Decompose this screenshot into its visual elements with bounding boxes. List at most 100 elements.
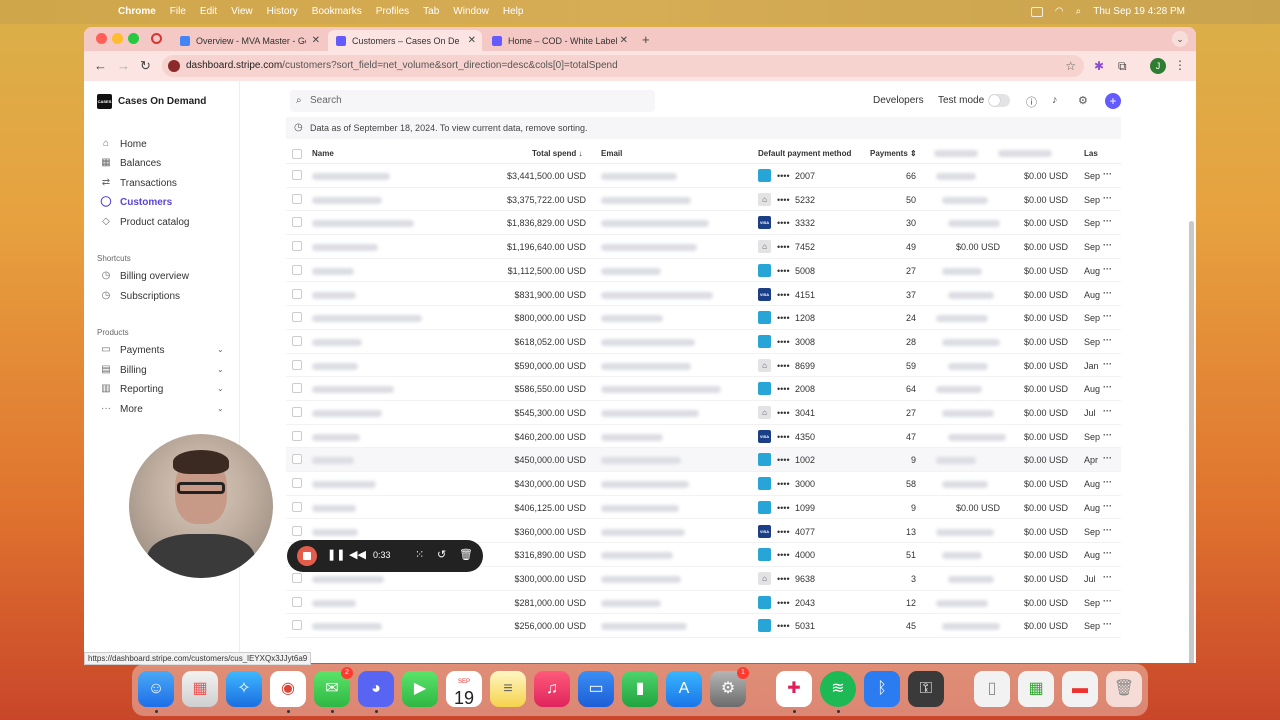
customer-name-redacted[interactable] [312,244,378,252]
sidebar-item-more[interactable]: ··· More [100,401,143,417]
facetime-icon[interactable]: ▶ [402,671,438,707]
sidebar-item-billing[interactable]: ▤ Billing [100,362,146,378]
row-more-options-icon[interactable]: ··· [1103,264,1112,274]
bookmark-star-icon[interactable]: ☆ [1065,55,1076,77]
slack-icon[interactable]: ✚ [776,671,812,707]
table-row[interactable]: $618,052.00 USD •••• 3008 28 $0.00 USD Sep ··· [286,330,1121,354]
forward-arrow-icon[interactable]: → [117,58,130,73]
menu-app-name[interactable]: Chrome [118,6,156,17]
sidebar-item-billing-overview[interactable]: ◷ Billing overview [100,268,189,284]
chevron-down-icon[interactable]: ⌄ [217,345,224,354]
menu-help[interactable]: Help [503,6,524,17]
profile-avatar[interactable]: J [1150,58,1166,74]
row-more-options-icon[interactable]: ··· [1103,430,1112,440]
table-row[interactable]: $1,836,829.00 USD VISA •••• 3332 30 $0.00 USD… [286,211,1121,236]
minimize-window-icon[interactable] [112,33,123,44]
settings-gear-icon[interactable]: ⚙ [1078,94,1088,107]
table-row[interactable]: $831,900.00 USD VISA •••• 4151 37 $0.00 USD Au… [286,283,1121,307]
row-checkbox[interactable] [292,596,302,607]
customer-name-redacted[interactable] [312,173,390,180]
sidebar-item-transactions[interactable]: ⇄ Transactions [100,175,177,191]
menubar-clock[interactable]: Thu Sep 19 4:28 PM [1093,6,1185,17]
row-checkbox[interactable] [292,288,302,299]
spreadsheet-file-icon[interactable]: ▦ [1018,671,1054,707]
account-switcher[interactable]: CASES Cases On Demand [97,94,206,109]
row-checkbox[interactable] [292,170,302,180]
menu-tab[interactable]: Tab [423,6,439,17]
row-checkbox[interactable] [292,572,302,583]
customer-name-redacted[interactable] [312,267,354,275]
spotlight-icon[interactable]: ⌕ [1076,6,1082,17]
menu-file[interactable]: File [170,6,186,17]
tab-home-cod[interactable]: Home – COD - White Label - ✕ [484,30,634,51]
sidebar-item-home[interactable]: ⌂ Home [100,136,147,152]
developers-link[interactable]: Developers [873,95,924,106]
bluetooth-icon[interactable]: ᛒ [864,671,900,707]
row-more-options-icon[interactable]: ··· [1103,525,1112,535]
spotify-icon[interactable]: ≋ [820,671,856,707]
customer-name-redacted[interactable] [312,504,356,512]
row-checkbox[interactable] [292,478,302,489]
row-more-options-icon[interactable]: ··· [1103,335,1112,345]
discord-icon[interactable]: ◕ [358,671,394,707]
pause-icon[interactable]: ❚❚ [327,548,345,561]
customer-name-redacted[interactable] [312,599,356,607]
menu-view[interactable]: View [231,6,253,17]
menu-bookmarks[interactable]: Bookmarks [312,6,362,17]
reload-icon[interactable]: ↻ [140,58,151,74]
create-plus-button[interactable]: + [1105,93,1121,109]
row-more-options-icon[interactable]: ··· [1103,216,1112,226]
row-checkbox[interactable] [292,383,302,394]
maximize-window-icon[interactable] [128,33,139,44]
customer-name-redacted[interactable] [312,196,382,204]
row-checkbox[interactable] [292,217,302,228]
row-more-options-icon[interactable]: ··· [1103,240,1112,250]
customer-name-redacted[interactable] [312,575,384,583]
customer-name-redacted[interactable] [312,291,356,299]
menu-history[interactable]: History [267,6,298,17]
tab-customers[interactable]: Customers – Cases On De ✕ [328,30,482,51]
customer-name-redacted[interactable] [312,338,362,346]
sidebar-item-customers[interactable]: ◯ Customers [100,194,172,210]
tab-mva-master[interactable]: Overview - MVA Master - Go ✕ [172,30,326,51]
row-more-options-icon[interactable]: ··· [1103,596,1112,606]
table-row[interactable]: $590,000.00 USD ⌂ •••• 8699 59 $0.00 USD Jan ··… [286,354,1121,378]
safari-icon[interactable]: ✧ [226,671,262,707]
row-more-options-icon[interactable]: ··· [1103,453,1112,463]
trash-bin-icon[interactable]: 🗑 [1106,671,1142,707]
tab-close-icon[interactable]: ✕ [620,35,628,46]
restart-icon[interactable]: ↺ [437,548,446,561]
tab-search-chevron-icon[interactable]: ⌄ [1172,31,1188,47]
launchpad-icon[interactable]: ▦ [182,671,218,707]
row-more-options-icon[interactable]: ··· [1103,477,1112,487]
customer-name-redacted[interactable] [312,386,394,394]
notes-icon[interactable]: ≡ [490,671,526,707]
back-arrow-icon[interactable]: ← [94,58,107,73]
row-checkbox[interactable] [292,525,302,536]
stop-recording-button[interactable] [297,546,317,566]
row-more-options-icon[interactable]: ··· [1103,311,1112,321]
table-row[interactable]: $430,000.00 USD •••• 3000 58 $0.00 USD Aug ··· [286,472,1121,496]
table-row[interactable]: $800,000.00 USD •••• 1208 24 $0.00 USD Sep ··· [286,306,1121,330]
customer-name-redacted[interactable] [312,220,414,228]
tab-close-icon[interactable]: ✕ [468,35,476,46]
table-row[interactable]: $1,112,500.00 USD •••• 5008 27 $0.00 USD Aug ·… [286,259,1121,283]
customer-name-redacted[interactable] [312,481,376,489]
menu-window[interactable]: Window [453,6,489,17]
app-store-icon[interactable]: A [666,671,702,707]
table-row[interactable]: $256,000.00 USD •••• 5031 45 $0.00 USD Sep ··· [286,614,1121,638]
sidebar-item-subscriptions[interactable]: ◷ Subscriptions [100,288,180,304]
column-header-disputes-redacted[interactable] [998,150,1052,157]
customer-name-redacted[interactable] [312,433,360,441]
table-row[interactable]: $3,441,500.00 USD •••• 2007 66 $0.00 USD Sep ·… [286,164,1121,188]
table-row[interactable]: $545,300.00 USD ⌂ •••• 3041 27 $0.00 USD Jul ··… [286,401,1121,425]
row-checkbox[interactable] [292,620,302,631]
column-header-refunds-redacted[interactable] [934,150,978,157]
customer-name-redacted[interactable] [312,457,354,465]
test-mode-toggle[interactable] [988,94,1010,107]
close-window-icon[interactable] [96,33,107,44]
menu-edit[interactable]: Edit [200,6,217,17]
row-more-options-icon[interactable]: ··· [1103,501,1112,511]
row-checkbox[interactable] [292,335,302,346]
chevron-down-icon[interactable]: ⌄ [217,404,224,413]
